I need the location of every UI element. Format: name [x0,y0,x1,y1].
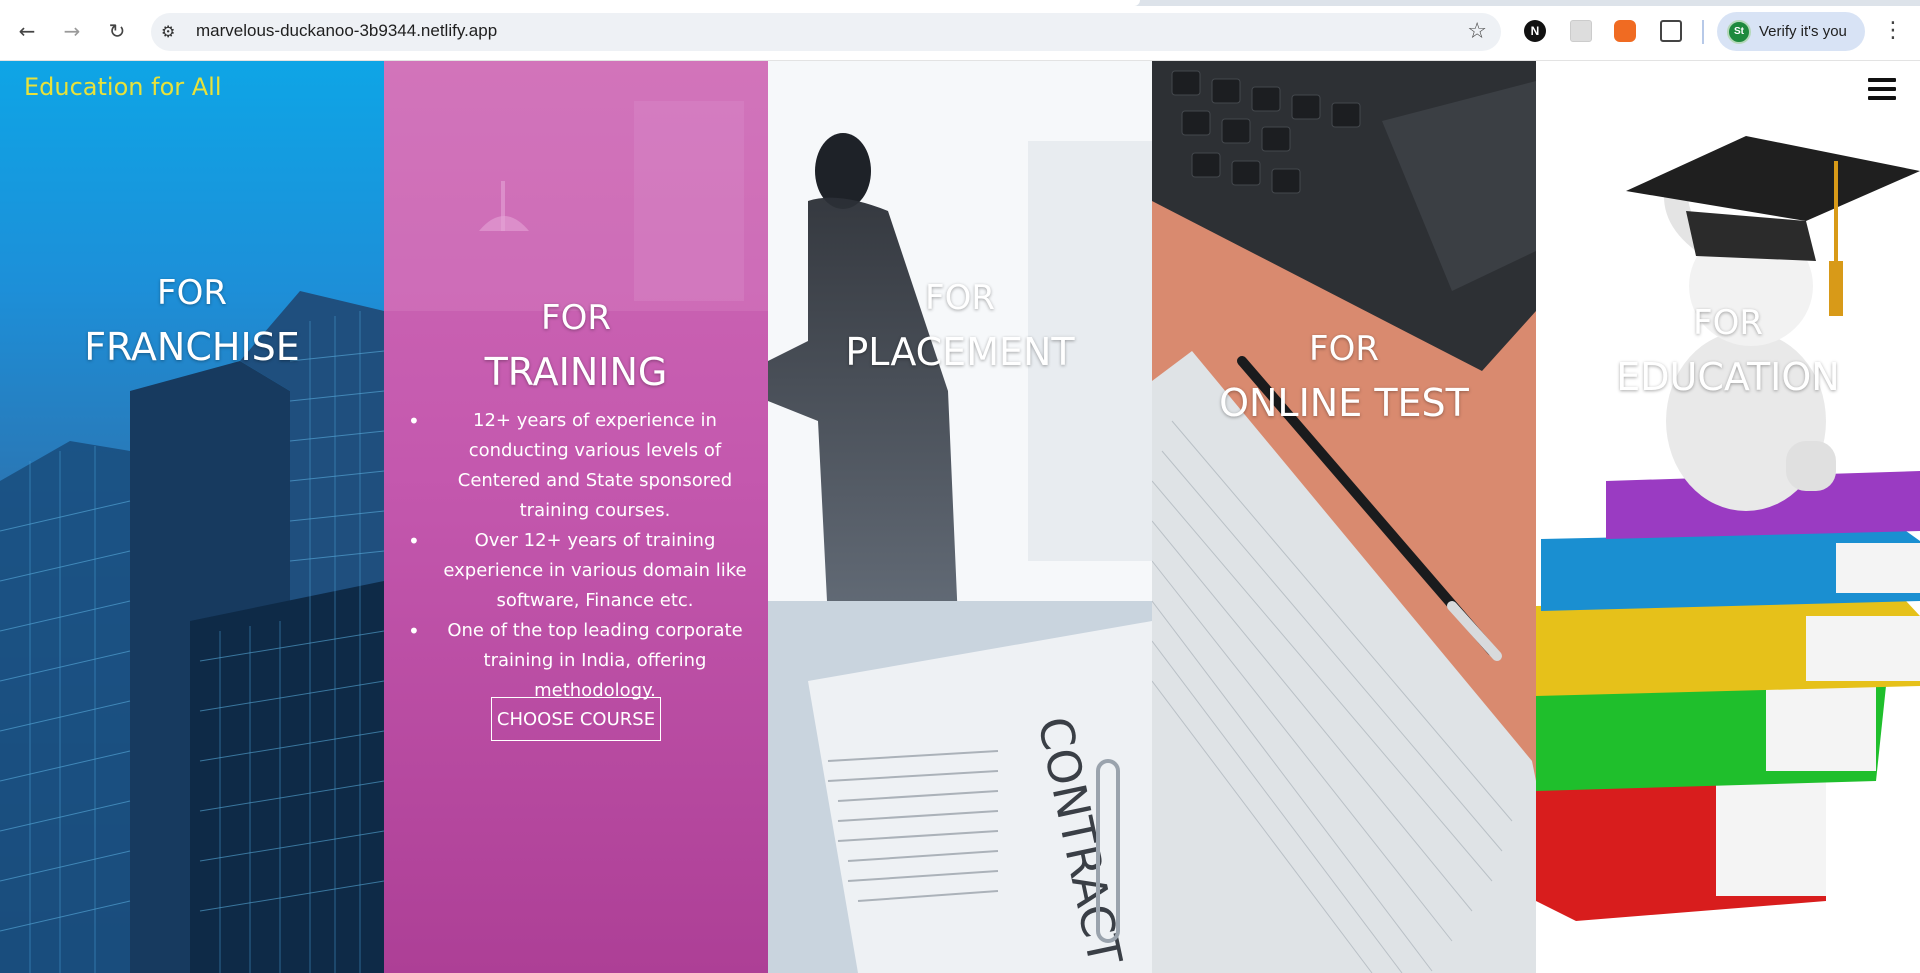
choose-course-button[interactable]: CHOOSE COURSE [491,697,661,741]
panel-education[interactable]: FOR EDUCATION [1536,61,1920,973]
panel-education-name: EDUCATION [1616,355,1840,399]
panel-training-for: FOR [541,298,611,338]
panel-online-test-name: ONLINE TEST [1219,381,1469,425]
reload-icon[interactable]: ↻ [102,16,132,46]
panel-franchise-title: FOR FRANCHISE [0,268,384,376]
extensions-puzzle-icon[interactable] [1660,20,1682,42]
extension-orange-icon[interactable] [1614,20,1636,42]
panel-placement-for: FOR [925,278,995,318]
bookmark-star-icon[interactable]: ☆ [1467,19,1487,44]
extension-grey-icon[interactable] [1570,20,1592,42]
skyscraper-image [0,291,384,973]
extension-n-label: N [1530,24,1540,38]
page: FOR FRANCHISE FOR TRAINING 12+ years of … [0,61,1920,973]
panel-online-test[interactable]: FOR ONLINE TEST [1152,61,1536,973]
panel-training-title: FOR TRAINING [384,293,768,401]
hamburger-menu-icon[interactable] [1868,78,1896,102]
browser-menu-icon[interactable]: ⋮ [1882,18,1904,43]
graduate-books-image [1536,136,1920,921]
browser-toolbar: ← → ↻ ⚙ marvelous-duckanoo-3b9344.netlif… [0,0,1920,61]
address-bar[interactable]: ⚙ marvelous-duckanoo-3b9344.netlify.app … [151,13,1501,51]
url-text[interactable]: marvelous-duckanoo-3b9344.netlify.app [196,21,497,41]
panel-placement-title: FOR PLACEMENT [768,273,1152,381]
panel-franchise-for: FOR [157,273,227,313]
forward-icon[interactable]: → [57,16,87,46]
site-brand[interactable]: Education for All [24,73,222,101]
panel-education-title: FOR EDUCATION [1536,298,1920,406]
tab-strip [0,0,1920,6]
profile-button[interactable]: St Verify it's you [1717,12,1865,51]
panel-placement-name: PLACEMENT [845,330,1075,374]
extension-n-icon[interactable]: N [1524,20,1546,42]
profile-label: Verify it's you [1759,23,1847,40]
back-icon[interactable]: ← [12,16,42,46]
site-info-icon[interactable]: ⚙ [161,22,181,42]
panel-franchise[interactable]: FOR FRANCHISE [0,61,384,973]
list-item: One of the top leading corporate trainin… [400,616,764,706]
placement-businessman-image: CONTRACT [768,61,1152,973]
training-bullet-list: 12+ years of experience in conducting va… [400,406,764,706]
panel-training[interactable]: FOR TRAINING 12+ years of experience in … [384,61,768,973]
list-item: Over 12+ years of training experience in… [400,526,764,616]
panel-placement[interactable]: CONTRACT FOR PLACEMENT [768,61,1152,973]
list-item: 12+ years of experience in conducting va… [400,406,764,526]
profile-avatar: St [1727,19,1751,44]
panel-online-test-title: FOR ONLINE TEST [1152,324,1536,432]
panel-franchise-name: FRANCHISE [84,325,300,369]
laptop-notebook-image [1152,61,1536,973]
panel-education-for: FOR [1693,303,1763,343]
toolbar-divider [1702,20,1704,44]
panel-training-name: TRAINING [484,350,668,394]
panel-online-test-for: FOR [1309,329,1379,369]
